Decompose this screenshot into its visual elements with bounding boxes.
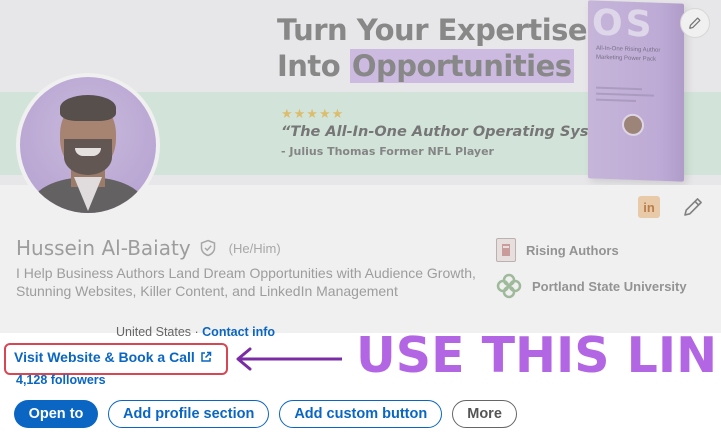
edit-cover-button[interactable] [680, 8, 710, 38]
book-stack-icon [502, 244, 510, 256]
banner-headline-highlight: Opportunities [349, 49, 574, 83]
affiliation-label: Rising Authors [526, 242, 619, 258]
book-author-photo [622, 113, 644, 137]
pronouns: (He/Him) [228, 240, 281, 256]
book-text-line [596, 86, 642, 91]
portland-state-logo-icon [496, 273, 522, 299]
affiliation-rising-authors[interactable]: Rising Authors [496, 238, 619, 262]
pencil-icon [689, 17, 701, 29]
book-text-line [596, 92, 654, 97]
add-profile-section-button[interactable]: Add profile section [108, 400, 270, 428]
more-button[interactable]: More [452, 400, 517, 428]
linkedin-icon[interactable]: in [638, 196, 660, 218]
affiliation-label: Portland State University [532, 278, 687, 294]
banner-headline-line-2: Into Opportunities [277, 48, 587, 84]
book-text-line [596, 98, 636, 102]
edit-intro-pencil-icon[interactable] [682, 196, 704, 218]
arrow-left-icon [236, 347, 342, 371]
followers-count[interactable]: 4,128 followers [16, 373, 106, 387]
avatar-photo [20, 77, 156, 213]
name-row: Hussein Al-Baiaty (He/Him) [16, 236, 281, 260]
visit-website-label: Visit Website & Book a Call [14, 349, 195, 365]
banner-quote: “The All-In-One Author Operating System!… [281, 124, 637, 140]
profile-card: Turn Your Expertise Into Opportunities ★… [0, 0, 721, 445]
visit-website-link[interactable]: Visit Website & Book a Call [14, 349, 212, 365]
affiliation-portland-state[interactable]: Portland State University [496, 273, 687, 299]
add-custom-button[interactable]: Add custom button [279, 400, 443, 428]
avatar[interactable] [16, 73, 160, 217]
book-title: OS [592, 2, 655, 46]
external-link-icon [201, 351, 212, 362]
book-cover-image: OS All-In-One Rising Author Marketing Po… [588, 0, 684, 182]
profile-name: Hussein Al-Baiaty [16, 236, 191, 260]
avatar-hair [60, 95, 116, 121]
location-row: United States · Contact info [116, 325, 275, 339]
use-this-link-callout: USE THIS LINK [356, 327, 721, 384]
rising-authors-logo-icon [496, 238, 516, 262]
book-subtitle: All-In-One Rising Author Marketing Power… [596, 45, 661, 63]
banner-stars: ★★★★★ [281, 106, 345, 121]
verified-shield-icon[interactable] [199, 239, 217, 257]
banner-attribution: - Julius Thomas Former NFL Player [281, 145, 494, 158]
contact-info-link[interactable]: Contact info [202, 325, 275, 339]
avatar-beard [64, 139, 112, 175]
location-text: United States · [116, 325, 203, 339]
avatar-smile [75, 148, 101, 156]
banner-headline: Turn Your Expertise Into Opportunities [277, 12, 588, 84]
profile-headline: I Help Business Authors Land Dream Oppor… [16, 265, 476, 299]
profile-actions: Open to Add profile section Add custom b… [14, 400, 517, 428]
open-to-button[interactable]: Open to [14, 400, 98, 428]
banner-headline-plain: Into [277, 49, 350, 83]
banner-headline-line-1: Turn Your Expertise [277, 13, 588, 47]
